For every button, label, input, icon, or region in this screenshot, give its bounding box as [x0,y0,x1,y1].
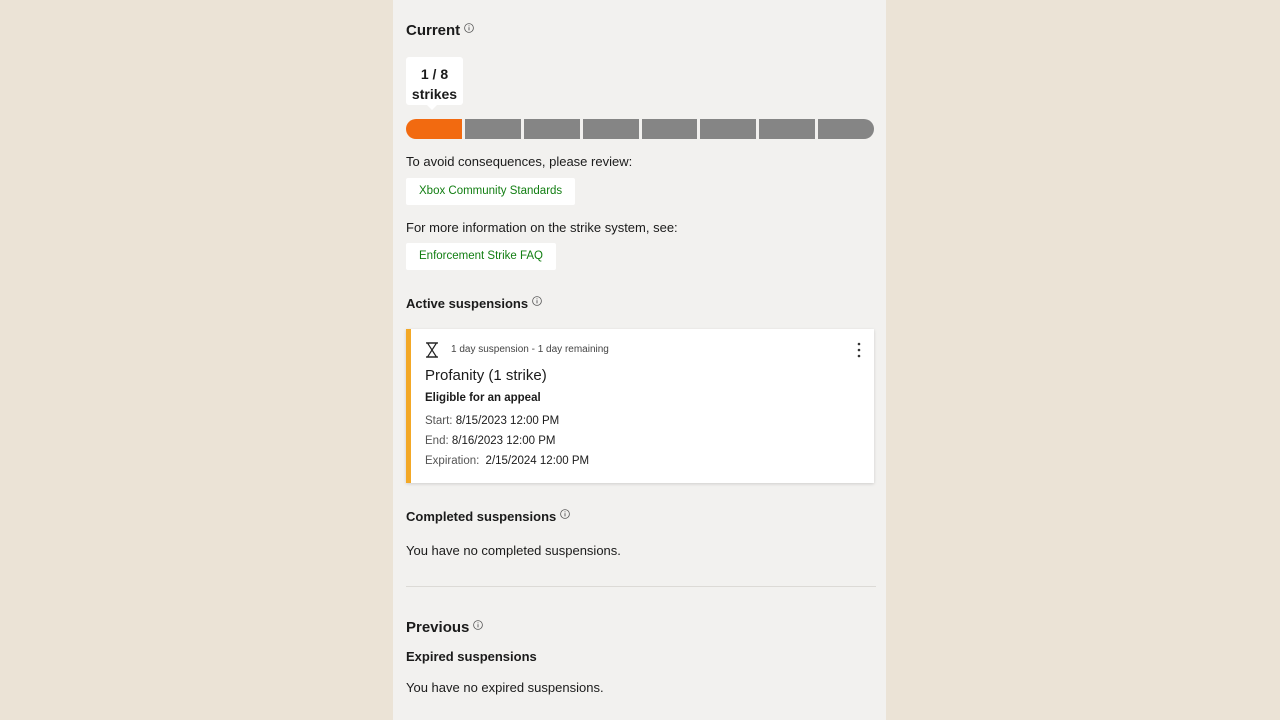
expiration-row: Expiration: 2/15/2024 12:00 PM [425,455,589,467]
previous-heading: Previous [406,619,484,636]
expired-suspensions-heading: Expired suspensions [406,649,537,664]
active-suspensions-label: Active suspensions [406,296,529,311]
strike-segment-empty [582,119,639,139]
strike-segment-empty [700,119,757,139]
current-heading: Current [406,22,474,39]
strike-segment-empty [818,119,874,139]
suspension-card: 1 day suspension - 1 day remaining Profa… [406,329,874,483]
suspension-duration: 1 day suspension - 1 day remaining [451,344,609,355]
strike-segment-empty [759,119,816,139]
info-prompt: For more information on the strike syste… [406,220,678,235]
info-icon[interactable] [473,619,484,630]
strike-count-unit: strikes [411,86,458,102]
start-value: 8/15/2023 12:00 PM [455,415,560,427]
appeal-eligibility: Eligible for an appeal [425,392,541,404]
tooltip-pointer [426,104,438,110]
strikes-panel: Current 1 / 8 strikes To avoid consequen… [393,0,886,720]
start-label: Start: [425,415,453,427]
strike-count-tooltip: 1 / 8 strikes [406,57,463,105]
completed-suspensions-label: Completed suspensions [406,509,557,524]
strike-segment-empty [464,119,521,139]
start-row: Start: 8/15/2023 12:00 PM [425,415,559,427]
strike-segment-empty [523,119,580,139]
strike-progress-bar [406,119,874,139]
more-options-icon[interactable] [852,341,866,359]
strike-count: 1 / 8 [420,66,449,82]
section-divider [406,586,876,587]
active-suspensions-heading: Active suspensions [406,295,542,311]
expired-empty-message: You have no expired suspensions. [406,680,604,695]
hourglass-icon [426,342,438,358]
strike-faq-link[interactable]: Enforcement Strike FAQ [406,243,556,270]
end-label: End: [425,435,449,447]
expiration-value: 2/15/2024 12:00 PM [485,455,590,467]
completed-suspensions-heading: Completed suspensions [406,508,571,524]
suspension-reason: Profanity (1 strike) [425,367,547,384]
info-icon[interactable] [532,295,542,306]
community-standards-link[interactable]: Xbox Community Standards [406,178,576,205]
strike-segment-empty [641,119,698,139]
info-icon[interactable] [464,22,474,33]
info-icon[interactable] [560,508,571,519]
strike-segment-filled [406,119,462,139]
completed-empty-message: You have no completed suspensions. [406,543,621,558]
current-heading-label: Current [406,22,461,39]
previous-heading-label: Previous [406,619,470,636]
end-value: 8/16/2023 12:00 PM [451,435,556,447]
expiration-label: Expiration: [425,455,480,467]
review-prompt: To avoid consequences, please review: [406,154,633,169]
end-row: End: 8/16/2023 12:00 PM [425,435,555,447]
